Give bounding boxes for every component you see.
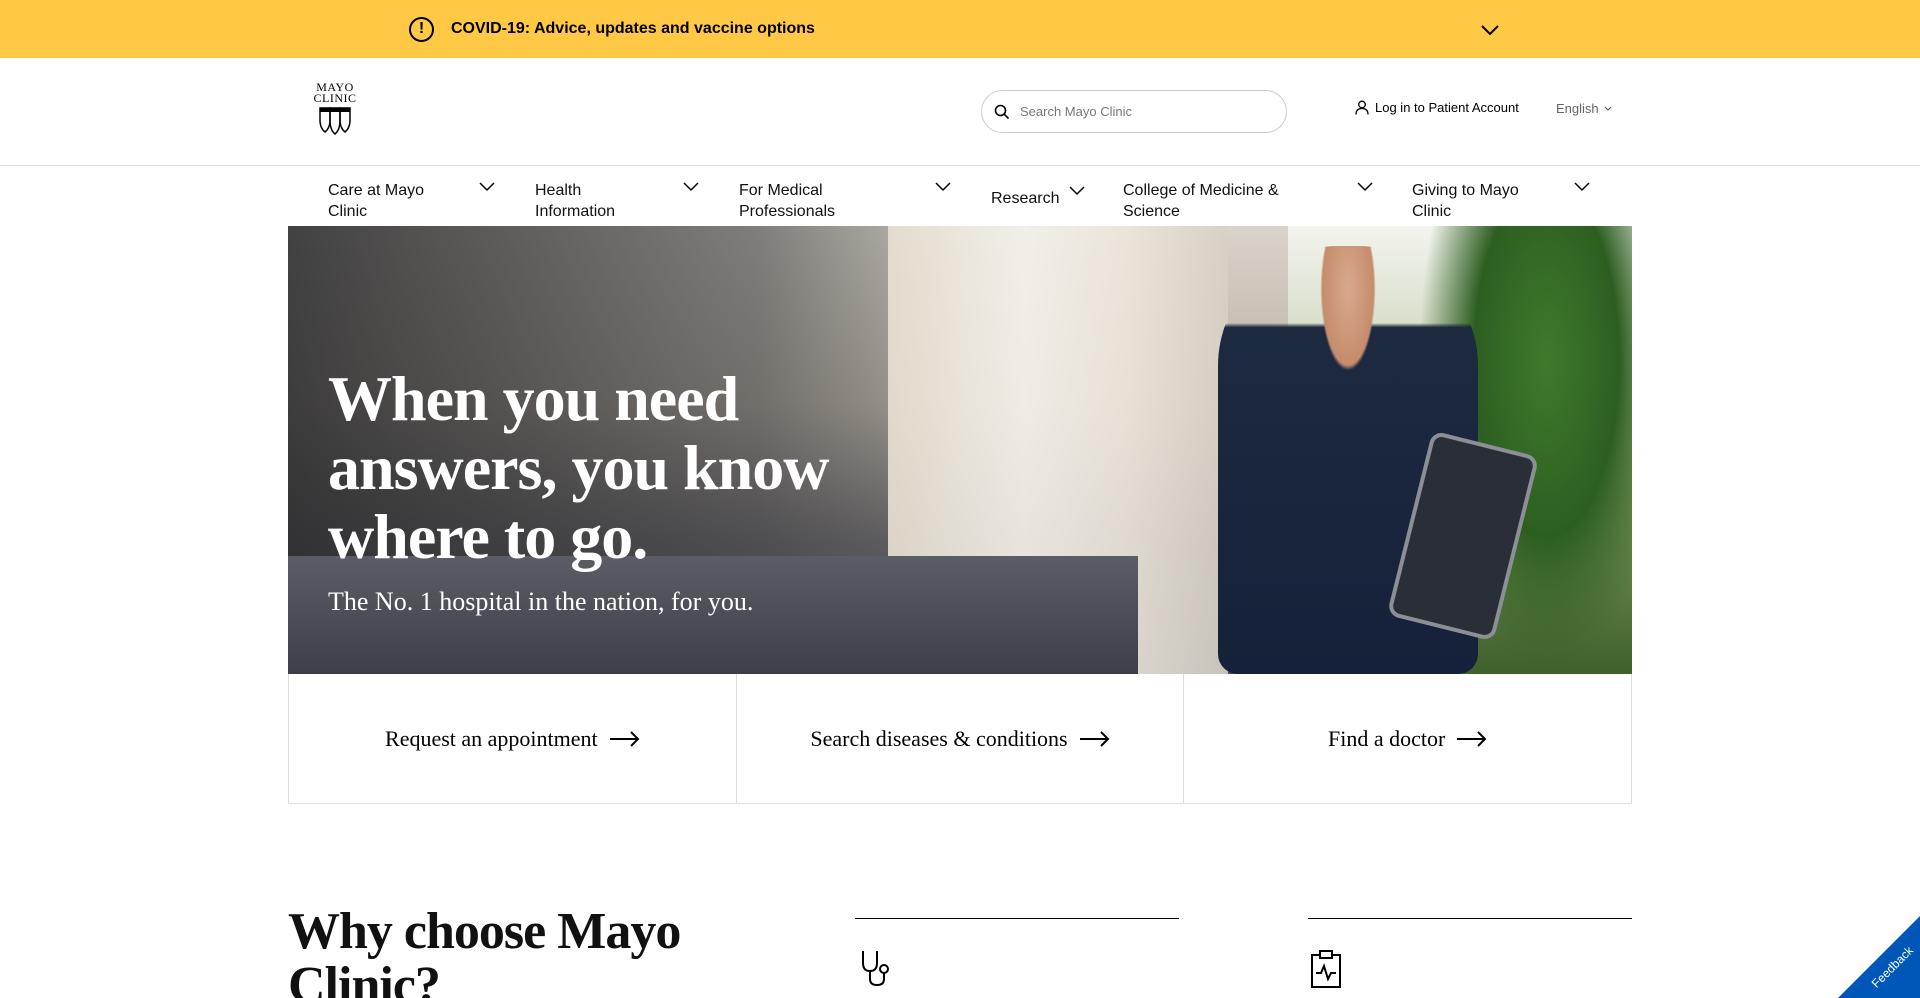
nav-item-label: For Medical Professionals bbox=[739, 182, 836, 220]
quick-link-label: Find a doctor bbox=[1328, 725, 1446, 751]
chevron-down-icon bbox=[1574, 182, 1590, 192]
user-icon bbox=[1355, 100, 1369, 115]
arrow-right-icon bbox=[1079, 730, 1110, 747]
find-doctor-link[interactable]: Find a doctor bbox=[1184, 674, 1631, 803]
nav-item-label: Care at Mayo Clinic bbox=[328, 182, 425, 220]
chevron-down-icon bbox=[1069, 186, 1085, 196]
request-appointment-link[interactable]: Request an appointment bbox=[289, 674, 737, 803]
site-header: MAYO CLINIC Log in to Patient Account En… bbox=[0, 58, 1920, 166]
alert-circle-icon: ! bbox=[409, 16, 434, 42]
nav-item-medical-professionals[interactable]: For Medical Professionals bbox=[739, 180, 951, 222]
why-column-1 bbox=[855, 918, 1179, 987]
stethoscope-icon bbox=[862, 951, 889, 987]
nav-item-label: College of Medicine & Science bbox=[1123, 182, 1279, 220]
login-link[interactable]: Log in to Patient Account bbox=[1355, 100, 1519, 115]
chevron-down-icon bbox=[1604, 106, 1612, 111]
login-label: Log in to Patient Account bbox=[1375, 100, 1519, 115]
chevron-down-icon bbox=[683, 182, 699, 192]
search-conditions-link[interactable]: Search diseases & conditions bbox=[737, 674, 1185, 803]
nav-item-health-info[interactable]: Health Information bbox=[535, 180, 705, 222]
why-choose-heading: Why choose Mayo Clinic? bbox=[288, 903, 681, 998]
nav-item-giving[interactable]: Giving to Mayo Clinic bbox=[1412, 180, 1594, 222]
mayo-clinic-logo[interactable]: MAYO CLINIC bbox=[305, 81, 365, 136]
chevron-down-icon bbox=[935, 182, 951, 192]
logo-line-2: CLINIC bbox=[313, 91, 357, 105]
quick-link-label: Request an appointment bbox=[385, 725, 598, 751]
language-selector[interactable]: English bbox=[1556, 101, 1612, 116]
main-nav: Care at Mayo Clinic Health Information F… bbox=[0, 166, 1920, 226]
quick-links: Request an appointment Search diseases &… bbox=[288, 674, 1632, 804]
search-icon bbox=[994, 104, 1010, 119]
nav-item-label: Giving to Mayo Clinic bbox=[1412, 182, 1519, 220]
nav-item-care[interactable]: Care at Mayo Clinic bbox=[328, 180, 498, 222]
quick-link-label: Search diseases & conditions bbox=[810, 725, 1068, 751]
covid-alert-bar[interactable]: ! COVID-19: Advice, updates and vaccine … bbox=[0, 0, 1920, 58]
hero-heading: When you need answers, you know where to… bbox=[328, 363, 829, 572]
nav-item-label: Research bbox=[991, 190, 1060, 207]
shields-icon bbox=[319, 107, 351, 135]
search-input[interactable] bbox=[1020, 104, 1260, 119]
nav-item-research[interactable]: Research bbox=[991, 186, 1087, 209]
hero-banner: When you need answers, you know where to… bbox=[288, 226, 1632, 674]
hero-subheading: The No. 1 hospital in the nation, for yo… bbox=[328, 587, 754, 616]
arrow-right-icon bbox=[609, 730, 640, 747]
why-column-2 bbox=[1308, 918, 1632, 988]
clipboard-icon bbox=[1311, 950, 1341, 988]
chevron-down-icon[interactable] bbox=[1480, 20, 1500, 40]
chevron-down-icon bbox=[479, 182, 495, 192]
nav-item-college[interactable]: College of Medicine & Science bbox=[1123, 180, 1373, 222]
feedback-tab[interactable]: Feedback bbox=[1838, 916, 1920, 998]
search-box[interactable] bbox=[981, 90, 1287, 133]
language-label: English bbox=[1556, 101, 1599, 116]
nav-item-label: Health Information bbox=[535, 182, 616, 220]
covid-alert-text[interactable]: COVID-19: Advice, updates and vaccine op… bbox=[451, 20, 815, 38]
chevron-down-icon bbox=[1357, 182, 1373, 192]
arrow-right-icon bbox=[1457, 730, 1487, 747]
